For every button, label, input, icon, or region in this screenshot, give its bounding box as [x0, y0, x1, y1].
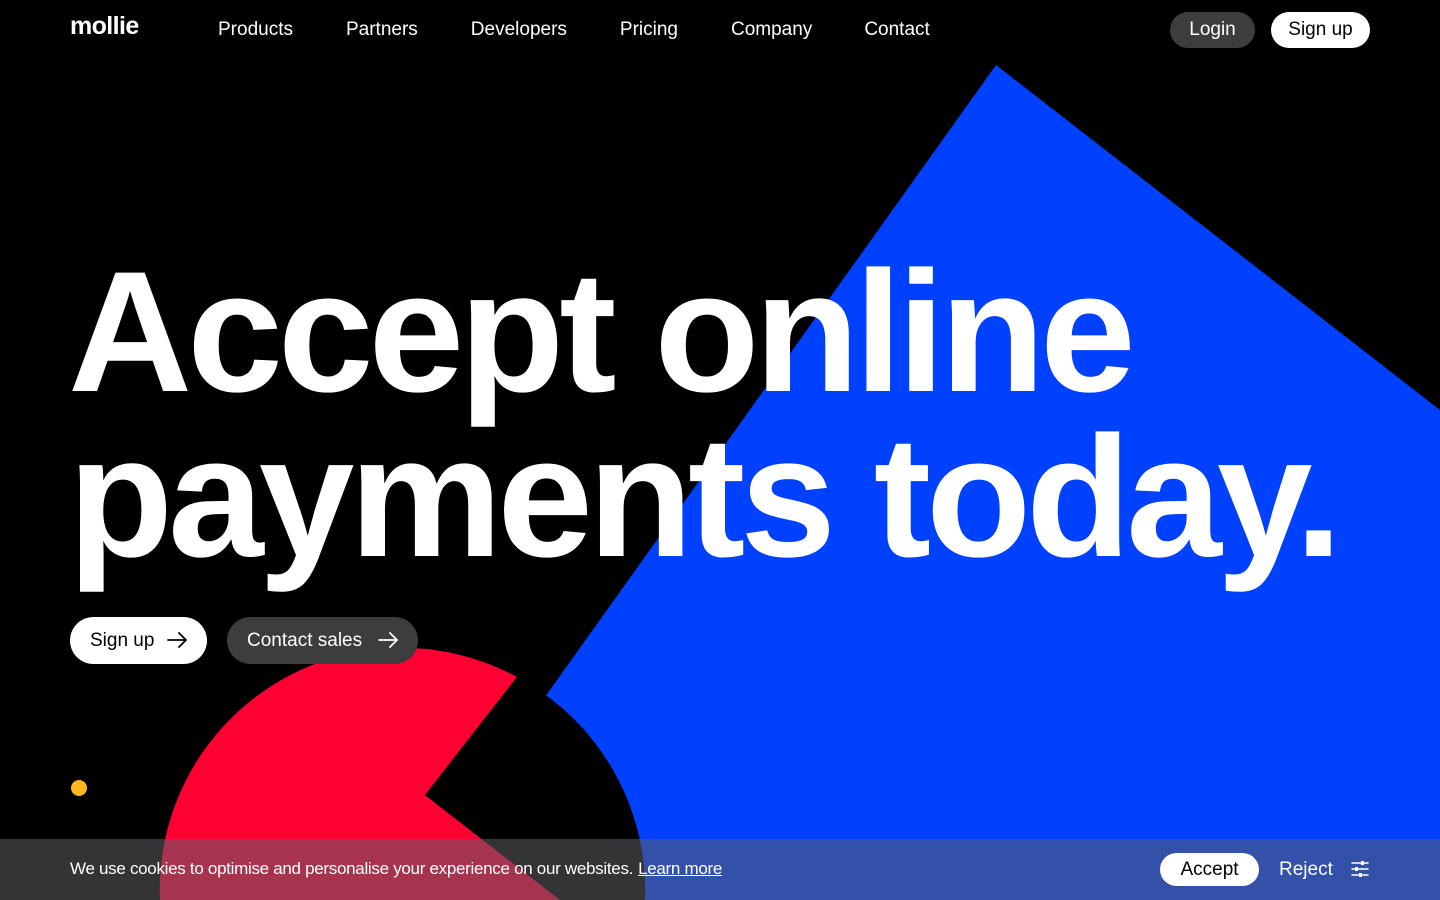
cookie-message-text: We use cookies to optimise and personali…	[70, 859, 634, 878]
site-header: mollie Products Partners Developers Pric…	[0, 0, 1440, 60]
learn-more-link[interactable]: Learn more	[638, 859, 722, 878]
carousel-indicator-dot[interactable]	[71, 780, 87, 796]
contact-sales-button[interactable]: Contact sales	[227, 617, 418, 664]
nav-item-developers[interactable]: Developers	[471, 18, 567, 42]
main-nav: Products Partners Developers Pricing Com…	[218, 18, 930, 42]
reject-cookies-button[interactable]: Reject	[1279, 853, 1333, 886]
hero-title-line-2: payments today.	[68, 401, 1343, 593]
hero-signup-button[interactable]: Sign up	[70, 617, 207, 664]
login-button[interactable]: Login	[1170, 12, 1255, 48]
arrow-right-icon	[378, 632, 398, 648]
hero-signup-label: Sign up	[90, 629, 155, 651]
nav-item-company[interactable]: Company	[731, 18, 812, 42]
mollie-logo[interactable]: mollie	[70, 12, 139, 41]
nav-item-pricing[interactable]: Pricing	[620, 18, 678, 42]
header-signup-button[interactable]: Sign up	[1271, 12, 1370, 48]
hero-title: Accept online payments today.	[68, 236, 1343, 593]
cookie-consent-bar: We use cookies to optimise and personali…	[0, 839, 1440, 900]
accept-cookies-button[interactable]: Accept	[1160, 853, 1259, 886]
arrow-right-icon	[167, 632, 187, 648]
nav-item-contact[interactable]: Contact	[864, 18, 929, 42]
nav-item-products[interactable]: Products	[218, 18, 293, 42]
cookie-message: We use cookies to optimise and personali…	[70, 858, 722, 880]
nav-item-partners[interactable]: Partners	[346, 18, 418, 42]
sliders-icon[interactable]	[1350, 860, 1370, 878]
contact-sales-label: Contact sales	[247, 629, 363, 651]
hero-title-line-1: Accept online	[68, 236, 1136, 428]
